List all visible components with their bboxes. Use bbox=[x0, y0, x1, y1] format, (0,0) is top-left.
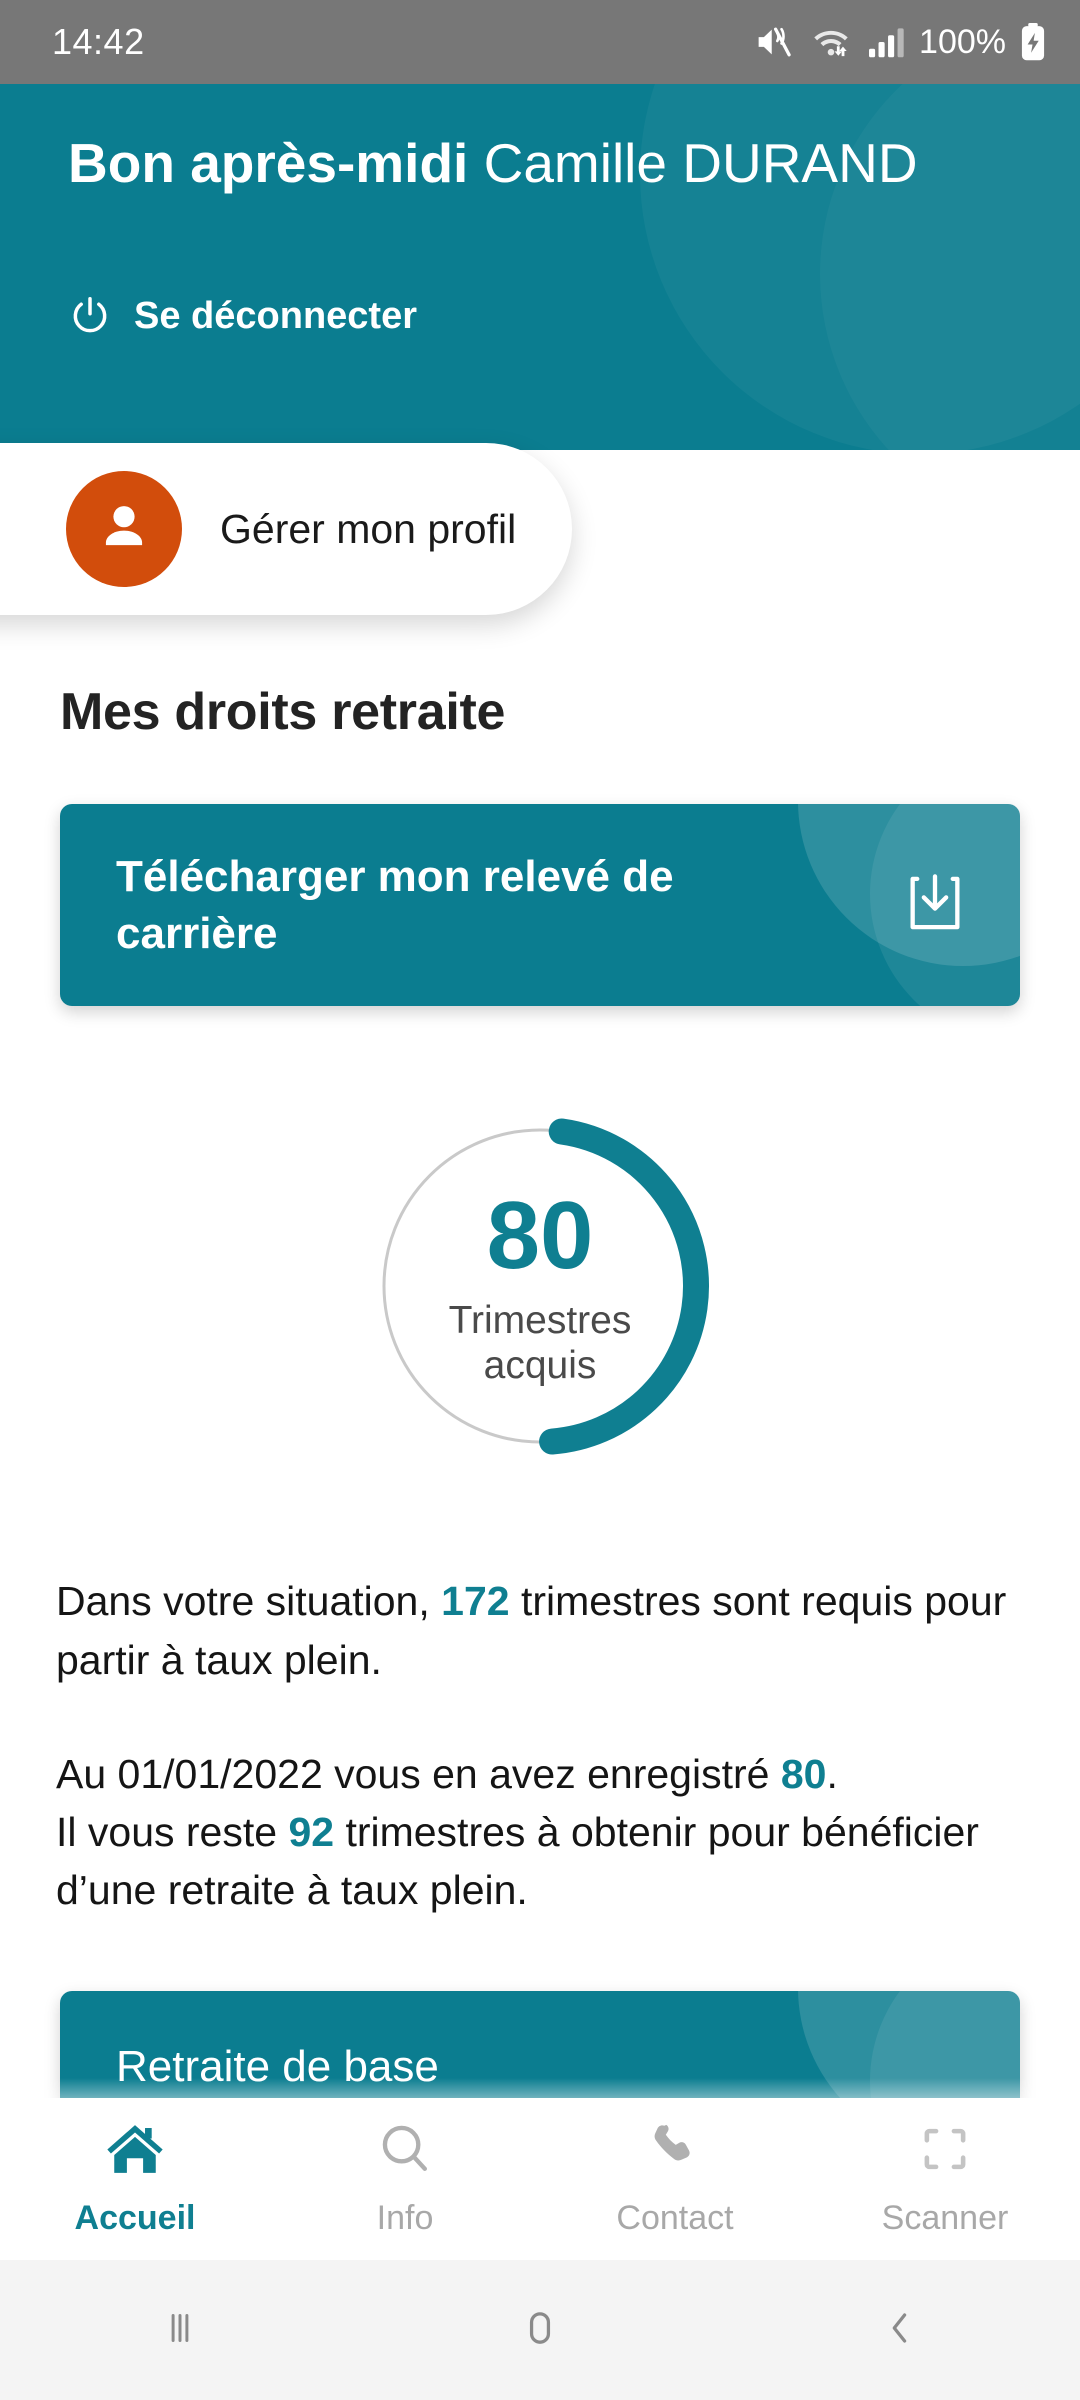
avatar bbox=[66, 471, 182, 587]
acquired-quarters-value: 80 bbox=[780, 1750, 827, 1797]
nav-item-info[interactable]: Info bbox=[270, 2120, 540, 2238]
recents-icon bbox=[157, 2305, 203, 2356]
download-career-statement-button[interactable]: Télécharger mon relevé de carrière bbox=[60, 804, 1020, 1007]
required-quarters-paragraph: Dans votre situation, 172 trimestres son… bbox=[56, 1572, 1024, 1688]
manage-profile-card[interactable]: Gérer mon profil bbox=[0, 443, 572, 615]
acquired-quarters-paragraph: Au 01/01/2022 vous en avez enregistré 80… bbox=[56, 1745, 1024, 1920]
manage-profile-label: Gérer mon profil bbox=[220, 505, 517, 552]
nav-item-accueil[interactable]: Accueil bbox=[0, 2120, 270, 2238]
wifi-icon bbox=[809, 24, 853, 60]
nav-item-scanner[interactable]: Scanner bbox=[810, 2120, 1080, 2238]
download-tile-label: Télécharger mon relevé de carrière bbox=[116, 852, 674, 959]
gauge-caption-line2: acquis bbox=[483, 1344, 597, 1388]
status-bar-clock: 14:42 bbox=[52, 21, 145, 62]
page-title: Bon après-midi Camille DURAND bbox=[68, 132, 1020, 196]
battery-percent-label: 100% bbox=[919, 22, 1006, 61]
gauge-center-labels: 80 Trimestres acquis bbox=[356, 1102, 724, 1470]
phone-icon bbox=[646, 2120, 704, 2183]
quarters-gauge: 80 Trimestres acquis bbox=[0, 1102, 1080, 1470]
bottom-navigation: Accueil Info Contact Scanner bbox=[0, 2098, 1080, 2260]
recents-button[interactable] bbox=[0, 2305, 360, 2356]
p2-line1-part2: . bbox=[826, 1750, 838, 1797]
nav-label-scanner: Scanner bbox=[881, 2199, 1009, 2237]
nav-label-info: Info bbox=[376, 2199, 434, 2237]
back-icon bbox=[877, 2305, 923, 2356]
home-icon bbox=[104, 2120, 166, 2183]
gauge-caption: Trimestres acquis bbox=[449, 1298, 632, 1388]
logout-button[interactable]: Se déconnecter bbox=[68, 294, 417, 338]
status-bar-icons: 100% bbox=[755, 23, 1046, 62]
greeting-text: Bon après-midi bbox=[68, 132, 469, 194]
back-button[interactable] bbox=[720, 2305, 1080, 2356]
user-name: Camille DURAND bbox=[468, 132, 918, 194]
download-icon bbox=[902, 870, 968, 941]
scan-icon bbox=[916, 2120, 974, 2183]
required-quarters-value: 172 bbox=[441, 1578, 510, 1625]
logout-label: Se déconnecter bbox=[134, 294, 417, 337]
mute-icon bbox=[755, 24, 795, 60]
p2-line1-part1: Au 01/01/2022 vous en avez enregistré bbox=[56, 1750, 781, 1797]
status-bar: 14:42 100% bbox=[0, 0, 1080, 84]
home-circle-icon bbox=[517, 2305, 563, 2356]
home-button[interactable] bbox=[360, 2305, 720, 2356]
signal-icon bbox=[867, 25, 905, 59]
app-screen: 14:42 100% Bon après-midi Camille DURAND… bbox=[0, 0, 1080, 2400]
person-icon bbox=[93, 496, 155, 563]
battery-charging-icon bbox=[1020, 23, 1046, 61]
p2-line2-part1: Il vous reste bbox=[56, 1809, 289, 1856]
gauge-caption-line1: Trimestres bbox=[448, 1299, 632, 1343]
search-icon bbox=[376, 2120, 434, 2183]
main-content: Mes droits retraite Télécharger mon rele… bbox=[0, 620, 1080, 2142]
system-navigation-bar bbox=[0, 2260, 1080, 2400]
nav-label-contact: Contact bbox=[616, 2199, 734, 2237]
section-title: Mes droits retraite bbox=[60, 683, 506, 741]
nav-item-contact[interactable]: Contact bbox=[540, 2120, 810, 2238]
nav-label-accueil: Accueil bbox=[74, 2199, 196, 2237]
power-icon bbox=[68, 294, 112, 338]
p1-part1: Dans votre situation, bbox=[56, 1578, 442, 1625]
gauge-value: 80 bbox=[486, 1182, 594, 1290]
remaining-quarters-value: 92 bbox=[288, 1809, 335, 1856]
app-header: Bon après-midi Camille DURAND Se déconne… bbox=[0, 84, 1080, 450]
